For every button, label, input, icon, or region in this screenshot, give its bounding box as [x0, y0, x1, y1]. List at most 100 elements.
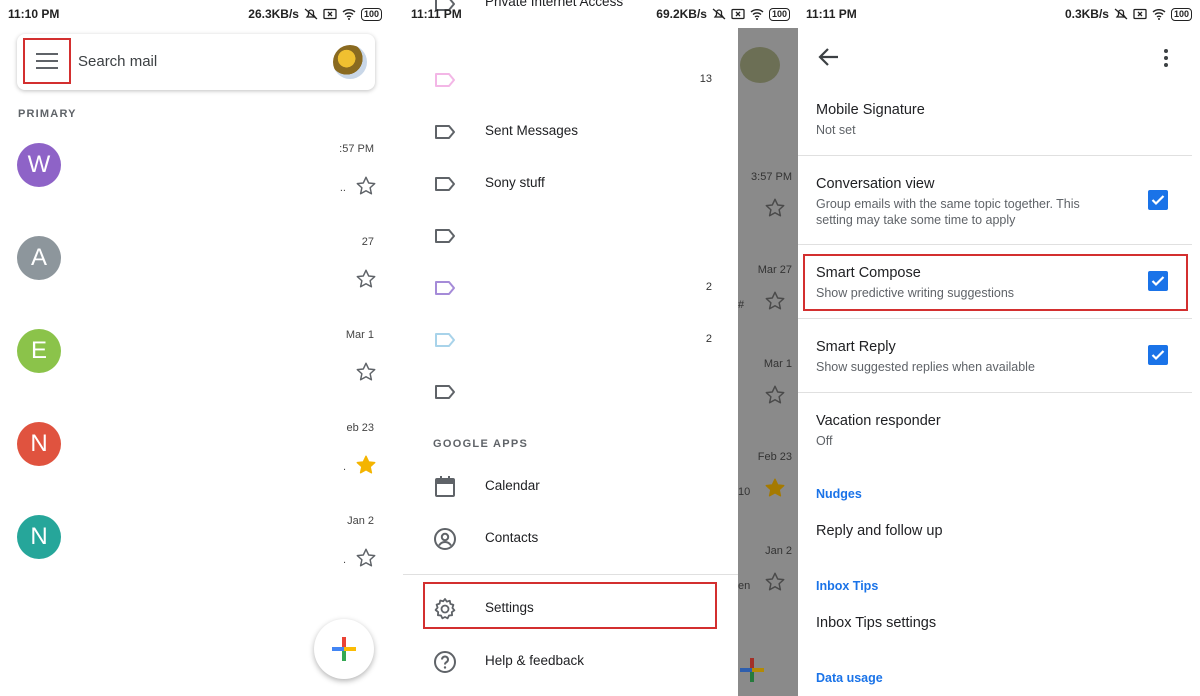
drawer-item-label-4[interactable]: Sony stuff: [403, 158, 738, 210]
settings-divider: [798, 318, 1192, 319]
back-arrow-icon[interactable]: [818, 47, 840, 67]
inbox-tips-header: Inbox Tips: [816, 579, 879, 593]
star-outline-icon: [765, 198, 785, 217]
settings-screen: 11:11 PM 0.3KB/s 100 Mobile Signature No…: [798, 0, 1200, 696]
sender-avatar: N: [17, 515, 61, 559]
setting-title: Smart Reply: [816, 339, 896, 355]
sender-avatar: E: [17, 329, 61, 373]
compose-plus-icon: [332, 637, 356, 661]
mail-snippet: ..: [339, 182, 346, 194]
star-outline-icon: [765, 572, 785, 591]
setting-title: Mobile Signature: [816, 102, 925, 118]
setting-title: Reply and follow up: [816, 523, 943, 539]
setting-title: Conversation view: [816, 176, 935, 192]
smart-reply-checkbox[interactable]: [1148, 345, 1168, 365]
mail-row[interactable]: W :57 PM..: [0, 120, 390, 210]
setting-mobile-signature[interactable]: Mobile Signature Not set: [798, 92, 1192, 156]
drawer-item-label-8[interactable]: [403, 366, 738, 418]
drawer-item-calendar[interactable]: Calendar: [403, 461, 738, 513]
label-icon: [435, 281, 455, 295]
drawer-item-label-2[interactable]: 13: [403, 54, 738, 106]
help-icon: [434, 651, 456, 673]
star-outline-icon[interactable]: [355, 268, 377, 290]
star-outline-icon[interactable]: [355, 175, 377, 197]
mail-row[interactable]: E Mar 1: [0, 306, 390, 396]
drawer-item-help[interactable]: Help & feedback: [403, 636, 738, 688]
more-options-icon[interactable]: [1162, 48, 1170, 68]
setting-subtitle: Off: [816, 434, 833, 448]
sender-avatar: A: [17, 236, 61, 280]
mail-date: :57 PM: [339, 143, 374, 155]
drawer-item-label-7[interactable]: 2: [403, 314, 738, 366]
setting-title: Inbox Tips settings: [816, 615, 937, 631]
network-speed: 0.3KB/s: [1064, 7, 1109, 21]
status-time: 11:11 PM: [411, 7, 462, 21]
mail-date: Mar 1: [763, 358, 792, 370]
search-bar[interactable]: Search mail: [17, 34, 375, 90]
mail-date: Jan 2: [347, 515, 374, 527]
drawer-divider: [403, 574, 738, 575]
menu-button[interactable]: [23, 38, 71, 84]
battery-indicator: 100: [768, 7, 790, 21]
drawer-item-contacts[interactable]: Contacts: [403, 513, 738, 565]
navigation-drawer: Private Internet Access 13 Sent Messages So…: [403, 0, 738, 696]
checkmark-icon: [1151, 195, 1165, 206]
status-time: 11:11 PM: [806, 7, 857, 21]
setting-vacation-responder[interactable]: Vacation responder Off: [798, 403, 1192, 465]
account-avatar[interactable]: [333, 45, 367, 79]
compose-plus-icon: [740, 658, 764, 682]
unread-count: 2: [705, 333, 712, 345]
google-apps-header: GOOGLE APPS: [433, 438, 529, 450]
star-outline-icon: [765, 385, 785, 404]
mail-snippet: .: [342, 461, 346, 473]
setting-inbox-tips[interactable]: Inbox Tips settings: [798, 605, 1192, 645]
nudges-header: Nudges: [816, 487, 862, 501]
sim-off-icon: [1133, 8, 1147, 20]
inbox-scrim[interactable]: 3:57 PM Mar 27 # Mar 1 Feb 23 10 Jan 2 en: [738, 28, 798, 696]
star-filled-icon[interactable]: [355, 454, 377, 476]
sim-off-icon: [323, 8, 337, 20]
compose-button-dimmed: [738, 640, 778, 696]
mail-date: Mar 1: [345, 329, 374, 341]
setting-title: Vacation responder: [816, 413, 941, 429]
unread-count: 2: [705, 281, 712, 293]
label-icon: [435, 177, 455, 191]
label-icon: [435, 333, 455, 347]
mail-date: 3:57 PM: [751, 171, 792, 183]
mail-row[interactable]: N Jan 2.: [0, 492, 390, 582]
checkmark-icon: [1151, 350, 1165, 361]
setting-reply-follow-up[interactable]: Reply and follow up: [798, 513, 1192, 553]
drawer-item-label: Calendar: [485, 478, 540, 493]
sim-off-icon: [731, 8, 745, 20]
mail-date: 27: [361, 236, 374, 248]
data-usage-header: Data usage: [816, 671, 883, 685]
inbox-screen: 11:10 PM 26.3KB/s 100 Search mail PRIMAR…: [0, 0, 390, 696]
wifi-icon: [342, 9, 356, 20]
mail-snippet: 10: [738, 486, 751, 498]
settings-divider: [798, 392, 1192, 393]
star-outline-icon[interactable]: [355, 547, 377, 569]
mail-snippet: .: [342, 554, 346, 566]
star-outline-icon[interactable]: [355, 361, 377, 383]
drawer-item-label: Contacts: [485, 530, 539, 545]
status-bar: 11:10 PM 26.3KB/s 100: [0, 0, 390, 28]
drawer-item-label-6[interactable]: 2: [403, 262, 738, 314]
drawer-item-label-5[interactable]: [403, 210, 738, 262]
mail-row[interactable]: Neb 23.: [0, 399, 390, 489]
drawer-screen: 3:57 PM Mar 27 # Mar 1 Feb 23 10 Jan 2 en Priva…: [403, 0, 798, 696]
mail-row[interactable]: A 27: [0, 213, 390, 303]
label-icon: [435, 73, 455, 87]
search-input[interactable]: Search mail: [78, 53, 157, 70]
compose-button[interactable]: [314, 619, 374, 679]
label-icon: [435, 229, 455, 243]
mail-snippet: en: [738, 580, 751, 592]
setting-smart-reply[interactable]: Smart Reply Show suggested replies when …: [798, 329, 1192, 391]
sender-avatar: N: [17, 422, 61, 466]
setting-subtitle: Show suggested replies when available: [816, 360, 1035, 374]
conversation-view-checkbox[interactable]: [1148, 190, 1168, 210]
sender-avatar: W: [17, 143, 61, 187]
mute-icon: [712, 8, 726, 20]
drawer-item-label-3[interactable]: Sent Messages: [403, 106, 738, 158]
unread-count: 13: [699, 73, 712, 85]
setting-conversation-view[interactable]: Conversation view Group emails with the …: [798, 166, 1192, 244]
